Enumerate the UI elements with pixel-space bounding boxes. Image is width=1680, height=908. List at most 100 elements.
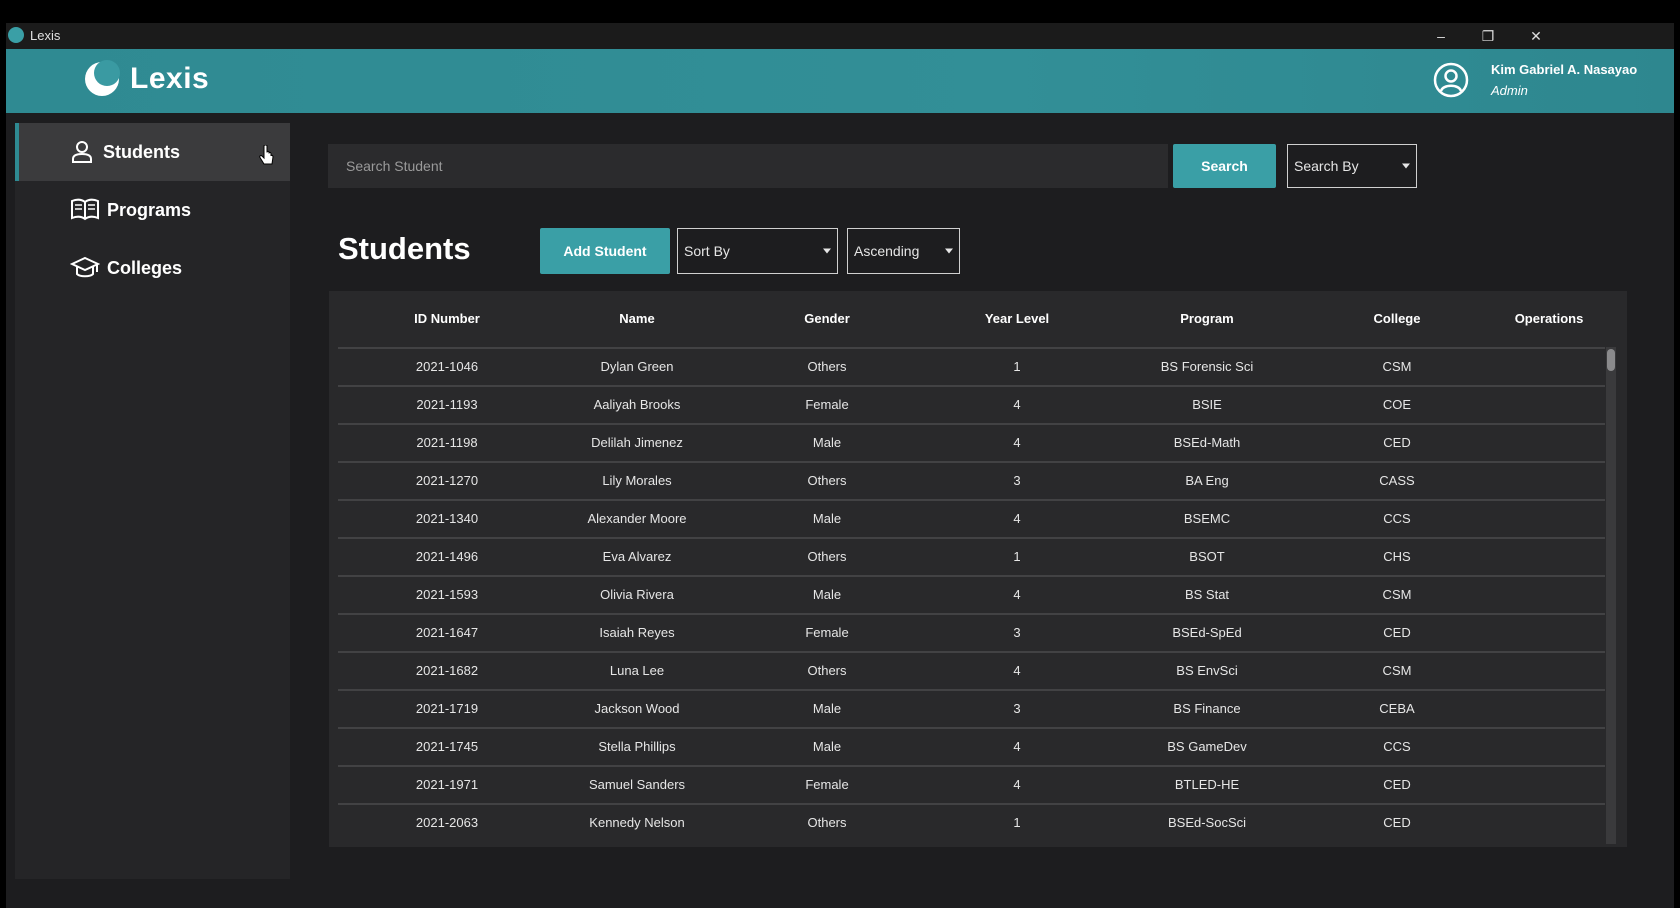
table-row[interactable]: 2021-2063 Kennedy Nelson Others 1 BSEd-SocSc… bbox=[338, 803, 1605, 841]
sidebar-item-students[interactable]: Students bbox=[15, 123, 290, 181]
table-row[interactable]: 2021-1193 Aaliyah Brooks Female 4 BSIE COE bbox=[338, 385, 1605, 423]
cell-gender: Others bbox=[807, 815, 847, 830]
column-header-year-level[interactable]: Year Level bbox=[985, 291, 1049, 347]
cell-id-number: 2021-2063 bbox=[415, 815, 479, 830]
table-row[interactable]: 2021-1647 Isaiah Reyes Female 3 BSEd-SpEd CED bbox=[338, 613, 1605, 651]
cell-program: BSIE bbox=[1192, 397, 1222, 412]
close-button[interactable]: ✕ bbox=[1513, 23, 1559, 49]
minimize-button[interactable]: – bbox=[1418, 23, 1464, 49]
sidebar: Students Programs Colleges bbox=[15, 123, 290, 879]
cell-id-number: 2021-1198 bbox=[416, 435, 478, 450]
cell-name: Delilah Jimenez bbox=[591, 435, 683, 450]
cell-college: CASS bbox=[1379, 473, 1415, 488]
cell-name: Stella Phillips bbox=[598, 739, 676, 754]
restore-button[interactable]: ❐ bbox=[1465, 23, 1511, 49]
cell-program: BTLED-HE bbox=[1174, 777, 1240, 792]
search-input[interactable] bbox=[328, 144, 1168, 188]
cell-program: BSEd-SpEd bbox=[1172, 625, 1242, 640]
cell-college: CEBA bbox=[1379, 701, 1415, 716]
cell-name: Kennedy Nelson bbox=[589, 815, 685, 830]
logo-text: Lexis bbox=[130, 62, 210, 95]
column-header-college[interactable]: College bbox=[1374, 291, 1421, 347]
search-button[interactable]: Search bbox=[1173, 144, 1276, 188]
cell-year-level: 4 bbox=[1013, 777, 1021, 792]
sidebar-item-programs[interactable]: Programs bbox=[15, 181, 290, 239]
table-row[interactable]: 2021-1270 Lily Morales Others 3 BA Eng CASS bbox=[338, 461, 1605, 499]
cell-year-level: 4 bbox=[1013, 397, 1021, 412]
cell-college: COE bbox=[1382, 397, 1412, 412]
cell-college: CSM bbox=[1382, 587, 1412, 602]
column-header-name[interactable]: Name bbox=[619, 291, 654, 347]
cell-program: BS Forensic Sci bbox=[1160, 359, 1254, 374]
cell-gender: Others bbox=[807, 359, 847, 374]
scrollbar-thumb[interactable] bbox=[1607, 349, 1615, 371]
app-window: Lexis – ❐ ✕ Lexis Kim Gabriel A. Nasayao… bbox=[6, 23, 1674, 908]
cell-college: CED bbox=[1383, 815, 1411, 830]
column-header-id-number[interactable]: ID Number bbox=[414, 291, 480, 347]
column-header-gender[interactable]: Gender bbox=[804, 291, 850, 347]
cell-year-level: 4 bbox=[1013, 587, 1021, 602]
column-header-program[interactable]: Program bbox=[1180, 291, 1233, 347]
chevron-down-icon bbox=[945, 248, 953, 254]
sort-order-dropdown[interactable]: Ascending bbox=[847, 228, 960, 274]
cell-college: CSM bbox=[1382, 663, 1412, 678]
table-header: ID Number Name Gender Year Level Program… bbox=[329, 291, 1627, 347]
cell-gender: Others bbox=[807, 663, 847, 678]
cell-year-level: 1 bbox=[1013, 549, 1021, 564]
sort-by-dropdown[interactable]: Sort By bbox=[677, 228, 838, 274]
table-row[interactable]: 2021-1971 Samuel Sanders Female 4 BTLED-HE CE… bbox=[338, 765, 1605, 803]
cell-gender: Male bbox=[812, 587, 842, 602]
sidebar-item-label: Programs bbox=[107, 200, 192, 220]
cell-gender: Male bbox=[812, 511, 842, 526]
cell-college: CED bbox=[1383, 777, 1411, 792]
table-row[interactable]: 2021-1682 Luna Lee Others 4 BS EnvSci CSM bbox=[338, 651, 1605, 689]
add-student-button[interactable]: Add Student bbox=[540, 228, 670, 274]
cell-name: Alexander Moore bbox=[587, 511, 687, 526]
table-row[interactable]: 2021-1745 Stella Phillips Male 4 BS GameDev C… bbox=[338, 727, 1605, 765]
table-body: 2021-1046 Dylan Green Others 1 BS Forensic S… bbox=[338, 347, 1605, 844]
search-by-dropdown[interactable]: Search By bbox=[1287, 144, 1417, 188]
table-row[interactable]: 2021-1593 Olivia Rivera Male 4 BS Stat CSM bbox=[338, 575, 1605, 613]
cell-gender: Male bbox=[812, 739, 842, 754]
table-row[interactable]: 2021-1719 Jackson Wood Male 3 BS Finance CEBA bbox=[338, 689, 1605, 727]
table-row[interactable]: 2021-1198 Delilah Jimenez Male 4 BSEd-Math CE… bbox=[338, 423, 1605, 461]
sidebar-item-label: Students bbox=[103, 142, 181, 162]
person-icon bbox=[72, 141, 92, 163]
cell-year-level: 1 bbox=[1013, 359, 1021, 374]
cell-college: CCS bbox=[1383, 511, 1411, 526]
cell-year-level: 4 bbox=[1013, 511, 1021, 526]
cell-gender: Others bbox=[807, 549, 847, 564]
cell-gender: Female bbox=[805, 777, 849, 792]
cell-gender: Male bbox=[812, 701, 842, 716]
table-row[interactable]: 2021-1496 Eva Alvarez Others 1 BSOT CHS bbox=[338, 537, 1605, 575]
cell-gender: Female bbox=[805, 397, 849, 412]
book-icon bbox=[71, 198, 99, 221]
cell-name: Lily Morales bbox=[602, 473, 672, 488]
user-role: Admin bbox=[1491, 83, 1528, 98]
sort-order-label: Ascending bbox=[854, 243, 920, 259]
cell-program: BS Stat bbox=[1184, 587, 1230, 602]
user-name: Kim Gabriel A. Nasayao bbox=[1491, 62, 1638, 77]
cell-name: Isaiah Reyes bbox=[599, 625, 675, 640]
cell-college: CED bbox=[1383, 625, 1411, 640]
sidebar-item-colleges[interactable]: Colleges bbox=[15, 239, 290, 297]
cell-year-level: 3 bbox=[1013, 473, 1021, 488]
cell-year-level: 3 bbox=[1013, 701, 1021, 716]
cell-gender: Male bbox=[812, 435, 842, 450]
table-row[interactable]: 2021-1340 Alexander Moore Male 4 BSEMC CCS bbox=[338, 499, 1605, 537]
cell-year-level: 1 bbox=[1013, 815, 1021, 830]
cell-gender: Others bbox=[807, 473, 847, 488]
cell-program: BS EnvSci bbox=[1176, 663, 1238, 678]
students-table: ID Number Name Gender Year Level Program… bbox=[329, 291, 1627, 847]
cell-program: BSEd-Math bbox=[1173, 435, 1241, 450]
cell-college: CCS bbox=[1383, 739, 1411, 754]
cell-name: Luna Lee bbox=[609, 663, 665, 678]
sidebar-item-label: Colleges bbox=[107, 258, 183, 278]
table-row[interactable]: 2021-1046 Dylan Green Others 1 BS Forensic S… bbox=[338, 347, 1605, 385]
cell-id-number: 2021-1270 bbox=[415, 473, 479, 488]
cell-name: Eva Alvarez bbox=[602, 549, 672, 564]
user-avatar-icon[interactable] bbox=[1432, 61, 1470, 99]
column-header-operations: Operations bbox=[1514, 311, 1584, 326]
table-scrollbar[interactable] bbox=[1606, 347, 1616, 844]
cell-name: Jackson Wood bbox=[594, 701, 680, 716]
